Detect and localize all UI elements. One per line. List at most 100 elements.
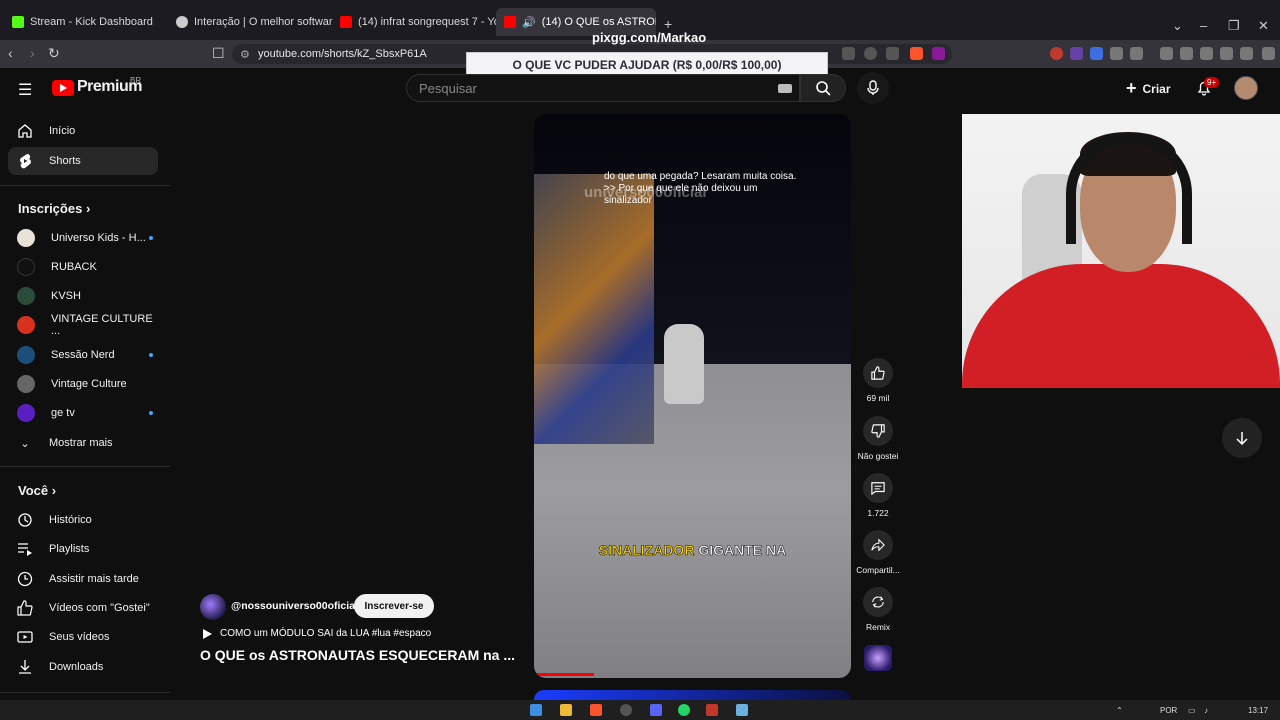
search-button[interactable] bbox=[800, 74, 846, 102]
show-more-button[interactable]: ⌄ Mostrar mais bbox=[8, 429, 158, 457]
webcam-shirt bbox=[962, 264, 1280, 388]
sidebar-item-historico[interactable]: Histórico bbox=[8, 506, 158, 534]
shorts-icon bbox=[17, 153, 33, 169]
clock-icon bbox=[17, 571, 33, 587]
maximize-button[interactable]: ❐ bbox=[1228, 18, 1240, 34]
extension-icon[interactable] bbox=[1090, 47, 1103, 60]
sidebar-channel[interactable]: Sessão Nerd bbox=[8, 341, 158, 369]
app-icon[interactable] bbox=[706, 704, 718, 716]
sidebar-item-inicio[interactable]: Início bbox=[8, 117, 158, 145]
home-icon bbox=[17, 123, 33, 139]
menu-icon[interactable] bbox=[1262, 47, 1275, 60]
extensions-puzzle-icon[interactable] bbox=[1110, 47, 1123, 60]
youtube-logo-icon[interactable] bbox=[52, 80, 74, 96]
sidebar-item-shorts[interactable]: Shorts bbox=[8, 147, 158, 175]
language-indicator[interactable]: POR bbox=[1160, 706, 1177, 715]
new-content-dot bbox=[149, 236, 153, 240]
thumbs-up-icon bbox=[863, 358, 893, 388]
playlists-icon bbox=[17, 541, 33, 557]
notepad-icon[interactable] bbox=[736, 704, 748, 716]
region-code: BR bbox=[130, 76, 142, 85]
account-avatar[interactable] bbox=[1234, 76, 1258, 100]
sidebar-channel[interactable]: Vintage Culture bbox=[8, 370, 158, 398]
forward-icon[interactable]: › bbox=[30, 45, 35, 61]
obs-icon[interactable] bbox=[620, 704, 632, 716]
whatsapp-icon[interactable] bbox=[678, 704, 690, 716]
brave-browser-icon[interactable] bbox=[590, 704, 602, 716]
microphone-icon bbox=[867, 80, 879, 95]
keyboard-icon[interactable] bbox=[778, 84, 792, 93]
voice-search-button[interactable] bbox=[857, 72, 889, 104]
channel-avatar bbox=[17, 375, 35, 393]
comments-button[interactable]: 1.722 bbox=[856, 473, 900, 518]
site-info-icon[interactable]: ⚙ bbox=[240, 48, 250, 61]
video-burned-subtitle: SINALIZADOR GIGANTE NA bbox=[598, 542, 787, 559]
history-icon bbox=[17, 512, 33, 528]
tab-interacao[interactable]: Interação | O melhor software para in bbox=[168, 8, 333, 36]
back-icon[interactable]: ‹ bbox=[8, 45, 13, 61]
sidebar-item-playlists[interactable]: Playlists bbox=[8, 535, 158, 563]
search-input[interactable]: Pesquisar bbox=[406, 74, 800, 102]
media-icon[interactable] bbox=[1160, 47, 1173, 60]
network-icon[interactable]: ▭ bbox=[1188, 706, 1196, 715]
wallet-icon[interactable] bbox=[1200, 47, 1213, 60]
cast-icon[interactable] bbox=[842, 47, 855, 60]
video-frame-astronaut bbox=[664, 324, 704, 404]
thumbs-up-icon bbox=[17, 600, 33, 616]
reload-icon[interactable]: ↻ bbox=[48, 45, 60, 62]
brave-rewards-icon[interactable] bbox=[932, 47, 945, 60]
sidebar-divider bbox=[0, 185, 170, 186]
remix-button[interactable]: Remix bbox=[856, 587, 900, 632]
subscriptions-heading[interactable]: Inscrições › bbox=[18, 201, 90, 216]
dislike-button[interactable]: Não gostei bbox=[856, 416, 900, 461]
file-explorer-icon[interactable] bbox=[560, 704, 572, 716]
channel-avatar bbox=[17, 229, 35, 247]
clock-time[interactable]: 13:17 bbox=[1248, 706, 1268, 715]
short-title[interactable]: O QUE os ASTRONAUTAS ESQUECERAM na ... bbox=[200, 647, 515, 663]
vpn-icon[interactable] bbox=[1240, 47, 1253, 60]
sidebar-item-watch-later[interactable]: Assistir mais tarde bbox=[8, 565, 158, 593]
video-progress-bar[interactable] bbox=[534, 673, 594, 676]
hamburger-menu-icon[interactable]: ☰ bbox=[18, 80, 34, 100]
twitch-extension-icon[interactable] bbox=[1070, 47, 1083, 60]
share-button[interactable]: Compartil... bbox=[856, 530, 900, 575]
you-heading[interactable]: Você › bbox=[18, 483, 56, 498]
create-button[interactable]: + Criar bbox=[1126, 78, 1171, 99]
next-short-button[interactable] bbox=[1222, 418, 1262, 458]
minimize-button[interactable]: – bbox=[1200, 18, 1207, 33]
share-page-icon[interactable] bbox=[886, 47, 899, 60]
leo-icon[interactable] bbox=[1220, 47, 1233, 60]
sidebar-item-your-videos[interactable]: Seus vídeos bbox=[8, 623, 158, 651]
tray-overflow-icon[interactable]: ⌃ bbox=[1116, 706, 1123, 715]
discord-icon[interactable] bbox=[650, 704, 662, 716]
bookmark-icon[interactable]: ☐ bbox=[212, 45, 225, 62]
audio-source-thumbnail[interactable] bbox=[864, 645, 892, 671]
channel-handle[interactable]: @nossouniverso00oficial bbox=[231, 600, 358, 612]
extension-icon[interactable] bbox=[1130, 47, 1143, 60]
tab-kick[interactable]: Stream - Kick Dashboard bbox=[4, 8, 169, 36]
audio-icon: 🔊 bbox=[522, 16, 536, 29]
zoom-icon[interactable] bbox=[864, 47, 877, 60]
shorts-video-player[interactable]: universo00oficial do que uma pegada? Les… bbox=[534, 114, 851, 678]
sidebar-channel[interactable]: KVSH bbox=[8, 282, 158, 310]
channel-avatar[interactable] bbox=[200, 594, 226, 620]
sidebar-channel[interactable]: RUBACK bbox=[8, 253, 158, 281]
sidebar-item-downloads[interactable]: Downloads bbox=[8, 653, 158, 681]
thumbs-down-icon bbox=[863, 416, 893, 446]
sidebar-channel[interactable]: VINTAGE CULTURE ... bbox=[8, 311, 158, 339]
linked-video-title[interactable]: COMO um MÓDULO SAI da LUA #lua #espaco bbox=[220, 628, 431, 639]
sidebar-toggle-icon[interactable] bbox=[1180, 47, 1193, 60]
sidebar-channel[interactable]: ge tv bbox=[8, 399, 158, 427]
windows-start-icon[interactable] bbox=[530, 704, 542, 716]
brave-shield-icon[interactable] bbox=[910, 47, 923, 60]
subscribe-button[interactable]: Inscrever-se bbox=[354, 594, 434, 618]
sidebar-channel[interactable]: Universo Kids - H... bbox=[8, 224, 158, 252]
tab-list-icon[interactable]: ⌄ bbox=[1172, 18, 1183, 34]
close-window-button[interactable]: ✕ bbox=[1258, 18, 1269, 34]
like-button[interactable]: 69 mil bbox=[856, 358, 900, 403]
sidebar-item-liked-videos[interactable]: Vídeos com "Gostei" bbox=[8, 594, 158, 622]
extension-icon[interactable] bbox=[1050, 47, 1063, 60]
volume-icon[interactable]: ♪ bbox=[1204, 706, 1208, 715]
search-icon bbox=[816, 81, 831, 96]
tab-songrequest[interactable]: (14) infrat songrequest 7 - YouTube bbox=[332, 8, 497, 36]
